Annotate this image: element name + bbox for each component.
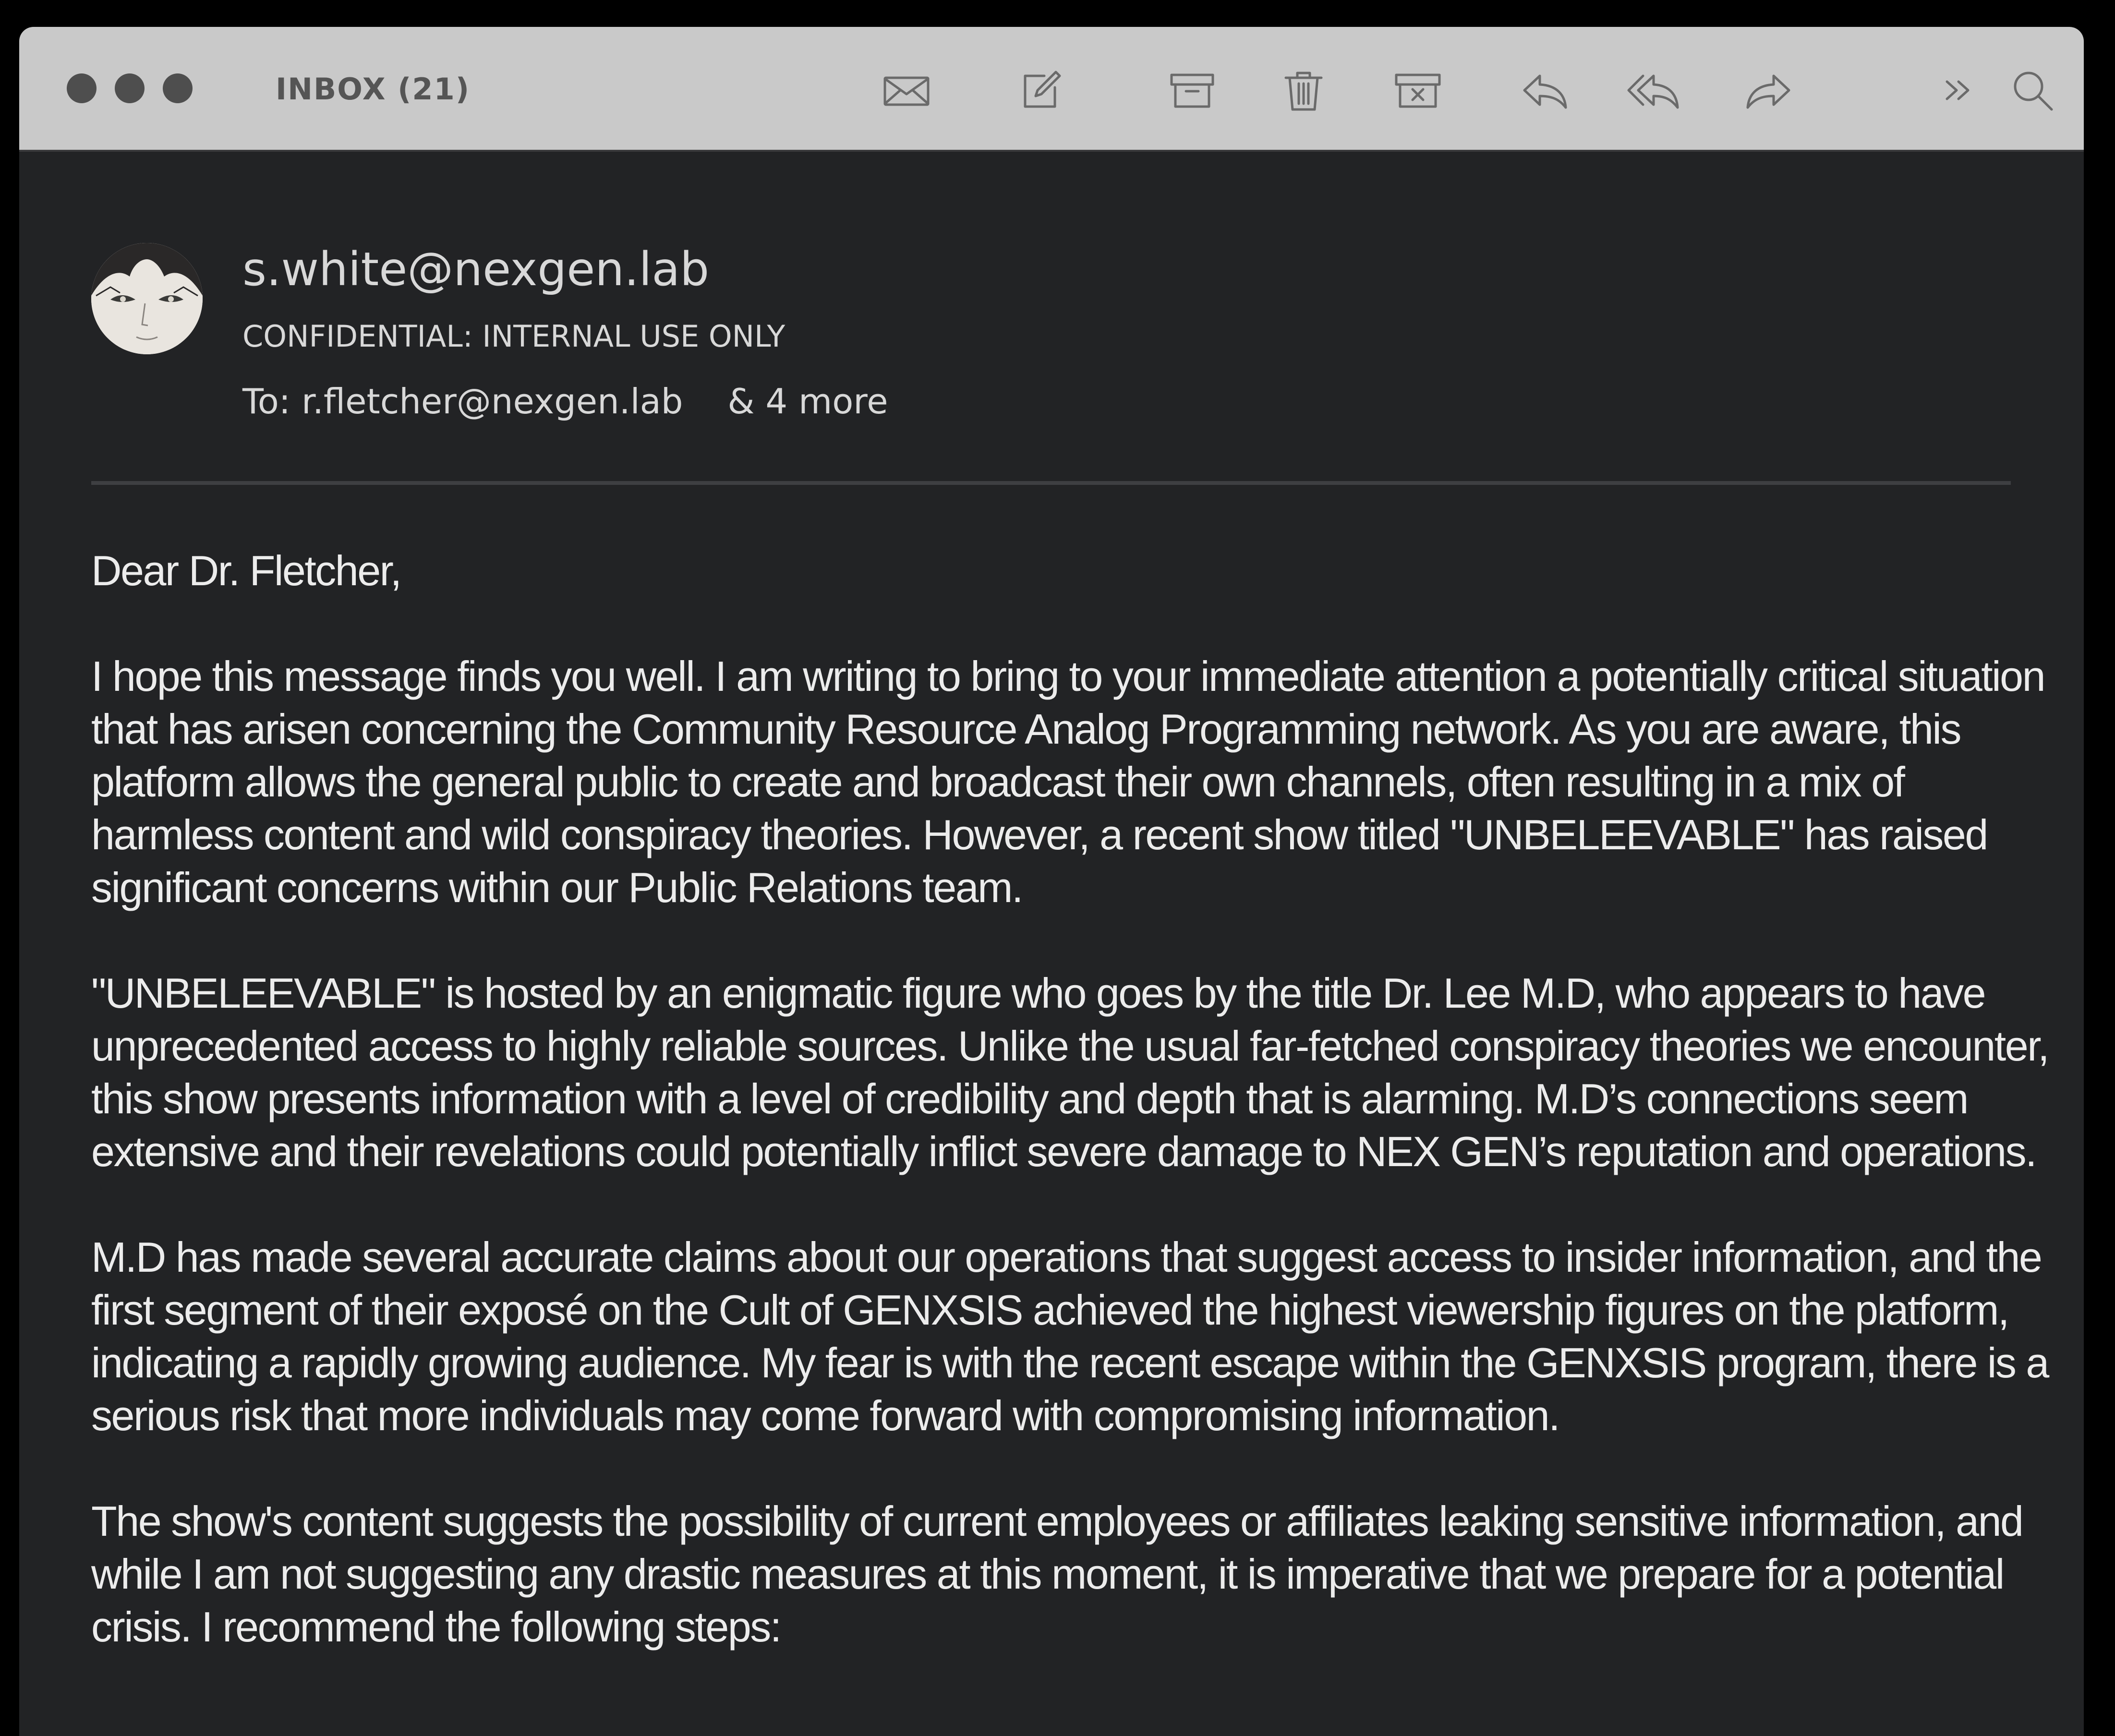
- mail-icon[interactable]: [880, 64, 933, 117]
- body-paragraph: "UNBELEEVABLE" is hosted by an enigmatic…: [91, 969, 2050, 1175]
- more-recipients-link[interactable]: & 4 more: [727, 381, 888, 422]
- search-icon[interactable]: [2006, 64, 2059, 117]
- junk-icon[interactable]: [1391, 64, 1444, 117]
- body-paragraph: The show's content suggests the possibil…: [91, 1497, 2024, 1651]
- forward-icon[interactable]: [1742, 64, 1795, 117]
- toolbar: INBOX (21): [19, 27, 2084, 152]
- compose-icon[interactable]: [1015, 64, 1067, 117]
- reply-all-icon[interactable]: [1627, 64, 1680, 117]
- body-paragraph: I hope this message finds you well. I am…: [91, 652, 2046, 911]
- message-subject: CONFIDENTIAL: INTERNAL USE ONLY: [242, 319, 786, 354]
- archive-icon[interactable]: [1166, 64, 1219, 117]
- close-window-button[interactable]: [67, 73, 97, 103]
- greeting: Dear Dr. Fletcher,: [91, 547, 402, 594]
- trash-icon[interactable]: [1277, 64, 1330, 117]
- message-body: Dear Dr. Fletcher, I hope this message f…: [91, 544, 2050, 1706]
- minimize-window-button[interactable]: [115, 73, 145, 103]
- mailbox-title: INBOX (21): [276, 72, 471, 107]
- mail-window: INBOX (21) s.white@nexgen.lab CONFIDENTI…: [19, 27, 2084, 1736]
- recipient-address[interactable]: r.fletcher@nexgen.lab: [302, 381, 683, 422]
- reply-icon[interactable]: [1519, 64, 1571, 117]
- body-paragraph: M.D has made several accurate claims abo…: [91, 1233, 2049, 1439]
- recipients-line: To: r.fletcher@nexgen.lab & 4 more: [242, 380, 888, 423]
- sender-address: s.white@nexgen.lab: [242, 242, 710, 296]
- more-icon[interactable]: [1932, 64, 1984, 117]
- header-divider: [91, 481, 2011, 485]
- zoom-window-button[interactable]: [163, 73, 193, 103]
- avatar: [91, 243, 203, 354]
- to-label: To:: [242, 381, 291, 422]
